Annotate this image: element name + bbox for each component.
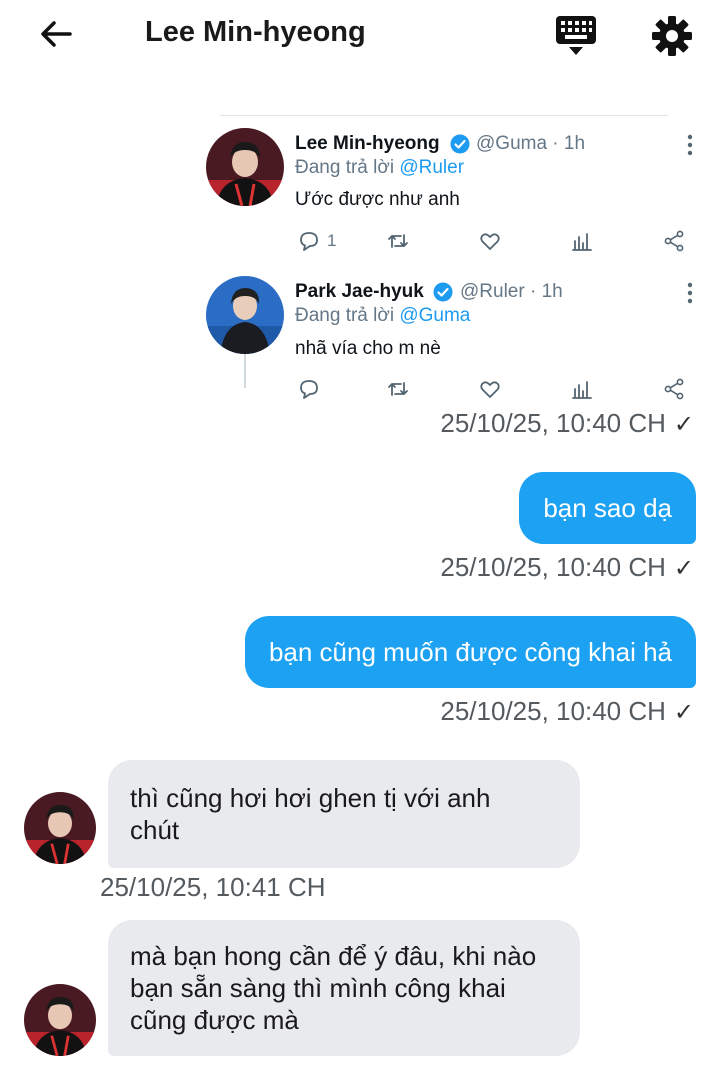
sent-check-icon: ✓ <box>673 555 694 582</box>
timestamp-text: 25/10/25, 10:40 CH <box>440 552 666 582</box>
more-options-icon[interactable] <box>686 282 694 304</box>
chat-title: Lee Min-hyeong <box>145 16 366 48</box>
gear-icon <box>652 16 692 56</box>
timestamp-text: 25/10/25, 10:40 CH <box>440 696 666 726</box>
arrow-left-icon <box>41 21 72 47</box>
retweet-action[interactable] <box>386 228 410 254</box>
chat-header: Lee Min-hyeong <box>0 0 720 72</box>
reply-prefix: Đang trả lời <box>295 157 400 178</box>
share-action[interactable] <box>662 228 686 254</box>
avatar-photo <box>206 128 284 206</box>
share-icon <box>664 230 684 252</box>
retweet-action[interactable] <box>386 376 410 402</box>
views-icon <box>572 381 592 399</box>
message-text-line: thì cũng hơi hơi ghen tị với anh <box>130 783 491 813</box>
sender-avatar[interactable] <box>24 984 96 1056</box>
reply-count: 1 <box>327 231 337 250</box>
reply-action[interactable] <box>297 376 327 402</box>
like-action[interactable] <box>478 376 502 402</box>
heart-icon <box>480 233 500 250</box>
share-icon <box>664 378 684 400</box>
incoming-message-bubble[interactable]: thì cũng hơi hơi ghen tị với anh chút <box>108 760 580 868</box>
message-text: bạn sao dạ <box>543 492 672 523</box>
tweet-author-avatar[interactable] <box>206 276 284 354</box>
settings-button[interactable] <box>650 14 694 58</box>
tweet-reply-context: Đang trả lời @Guma <box>295 305 470 327</box>
keyboard-icon <box>556 16 596 55</box>
timestamp-text: 25/10/25, 10:40 CH <box>440 408 666 438</box>
tweet-text: nhã vía cho m nè <box>295 338 441 359</box>
message-text-line: cũng được mà <box>130 1005 299 1035</box>
tweet-author-avatar[interactable] <box>206 128 284 206</box>
sent-check-icon: ✓ <box>673 411 694 438</box>
tweet-author-name[interactable]: Park Jae-hyuk <box>295 281 424 303</box>
verified-badge-icon <box>433 282 453 302</box>
reply-mention-link[interactable]: @Ruler <box>399 157 464 178</box>
reply-icon <box>300 232 318 251</box>
incoming-message-bubble[interactable]: mà bạn hong cần để ý đâu, khi nào bạn sẵ… <box>108 920 580 1056</box>
message-text-line: chút <box>130 815 180 845</box>
keyboard-button[interactable] <box>554 14 598 58</box>
like-action[interactable] <box>478 228 502 254</box>
verified-badge-icon <box>450 134 470 154</box>
reply-mention-link[interactable]: @Guma <box>399 305 470 326</box>
share-action[interactable] <box>662 376 686 402</box>
reply-icon <box>300 380 318 399</box>
tweet-author-handle[interactable]: @Guma · 1h <box>476 133 585 155</box>
timestamp-text: 25/10/25, 10:41 CH <box>100 872 326 902</box>
message-text: bạn cũng muốn được công khai hả <box>268 636 672 667</box>
heart-icon <box>480 381 500 398</box>
tweet-author-name[interactable]: Lee Min-hyeong <box>295 133 440 155</box>
message-text-line: bạn sẵn sàng thì mình công khai <box>130 973 506 1003</box>
views-icon <box>572 233 592 251</box>
retweet-icon <box>388 234 408 248</box>
shared-tweet-card[interactable]: Lee Min-hyeong @Guma · 1h Đang trả lời @… <box>200 112 705 412</box>
avatar-photo <box>24 984 96 1056</box>
reply-prefix: Đang trả lời <box>295 305 400 326</box>
avatar-photo <box>206 276 284 354</box>
tweet-text: Ước được như anh <box>295 189 460 210</box>
message-text-line: mà bạn hong cần để ý đâu, khi nào <box>130 941 537 971</box>
message-timestamp: 25/10/25, 10:41 CH <box>100 872 326 903</box>
outgoing-message-bubble[interactable]: bạn cũng muốn được công khai hả <box>244 616 696 688</box>
views-action[interactable] <box>570 228 594 254</box>
views-action[interactable] <box>570 376 594 402</box>
message-timestamp: 25/10/25, 10:40 CH ✓ <box>440 552 694 583</box>
message-timestamp: 25/10/25, 10:40 CH ✓ <box>440 408 694 439</box>
back-button[interactable] <box>36 14 76 54</box>
sent-check-icon: ✓ <box>673 699 694 726</box>
tweet-author-handle[interactable]: @Ruler · 1h <box>460 281 563 303</box>
avatar-photo <box>24 792 96 864</box>
outgoing-message-bubble[interactable]: bạn sao dạ <box>519 472 696 544</box>
more-options-icon[interactable] <box>686 134 694 156</box>
card-divider <box>220 115 668 116</box>
message-timestamp: 25/10/25, 10:40 CH ✓ <box>440 696 694 727</box>
tweet-reply-context: Đang trả lời @Ruler <box>295 157 464 179</box>
sender-avatar[interactable] <box>24 792 96 864</box>
retweet-icon <box>388 382 408 396</box>
reply-action[interactable]: 1 <box>297 228 336 254</box>
